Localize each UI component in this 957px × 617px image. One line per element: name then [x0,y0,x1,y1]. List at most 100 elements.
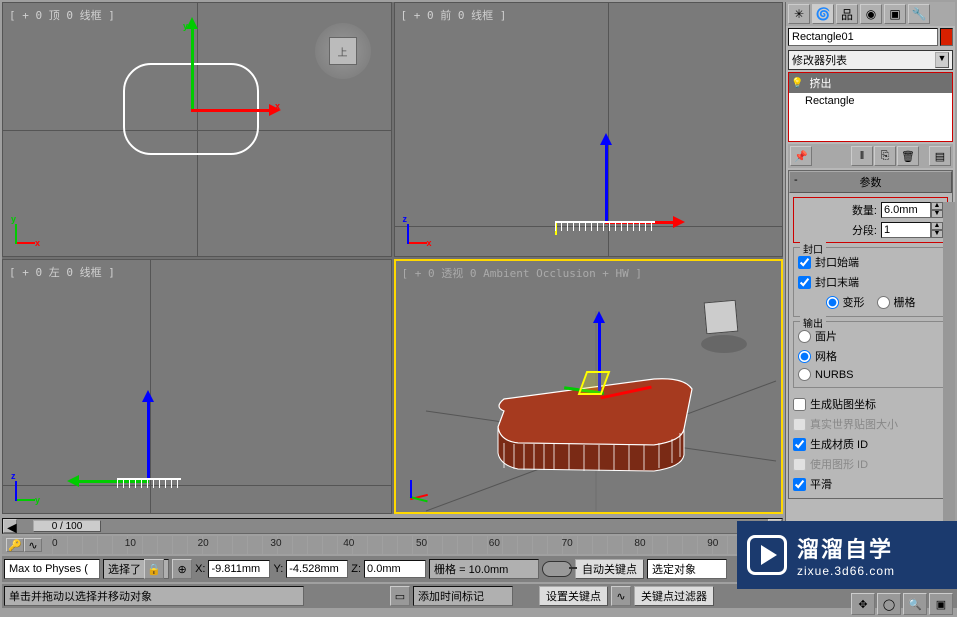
key-mode-icon[interactable] [542,561,572,577]
pan-view-button[interactable]: ✥ [851,593,875,615]
watermark-url: zixue.3d66.com [797,564,895,578]
extrude-edge [555,221,655,231]
time-tag-icon[interactable]: ▭ [390,586,410,606]
gen-mapping-checkbox[interactable] [793,398,806,411]
object-color-swatch[interactable] [940,28,953,46]
stack-toolbar: 📌 ‖ ⎘ 🗑 ▤ [788,144,953,168]
configure-sets-button[interactable]: ▤ [929,146,951,166]
amount-spin-up[interactable]: ▲ [931,202,943,210]
lock-selection-button[interactable]: 🔒 [144,559,164,579]
key-filters-icon[interactable]: ∿ [611,586,631,606]
command-panel: ✳ 🌀 品 ◉ ▣ 🔧 修改器列表▼ 挤出 Rectangle 📌 ‖ ⎘ 🗑 … [785,2,955,549]
corner-axis-indicator [402,466,442,506]
track-key-toggle[interactable]: 🔑 [6,538,24,552]
modifier-list-dropdown[interactable]: 修改器列表▼ [788,50,953,70]
corner-axis-indicator: x y [9,210,49,250]
prompt-line: 单击并拖动以选择并移动对象 [4,586,304,606]
viewcube-perspective[interactable] [705,301,751,347]
stack-item-extrude[interactable]: 挤出 [789,73,952,93]
pin-stack-button[interactable]: 📌 [790,146,812,166]
mesh-radio[interactable] [798,350,811,363]
viewport-nav-controls: ✥ ◯ 🔍 ▣ [851,593,953,615]
auto-key-button[interactable]: 自动关键点 [575,559,644,579]
z-coordinate-input[interactable] [364,560,426,578]
nurbs-radio[interactable] [798,368,811,381]
y-coordinate-input[interactable] [286,560,348,578]
gizmo-z-axis [147,400,150,480]
real-world-checkbox [793,418,806,431]
time-track[interactable]: 🔑 ∿ 010 2030 4050 6070 8090 100 [2,536,783,554]
viewport-left-label: [ + 0 左 0 线框 ] [9,264,115,280]
set-key-button[interactable]: 设置关键点 [539,586,608,606]
use-shape-id-checkbox [793,458,806,471]
key-target[interactable]: 选定对象 [647,559,727,579]
command-panel-tabs: ✳ 🌀 品 ◉ ▣ 🔧 [786,2,955,26]
maxscript-listener[interactable] [4,559,100,579]
viewport-left[interactable]: [ + 0 左 0 线框 ] y z [2,259,392,514]
extrude-edge [117,478,181,488]
corner-axis-indicator: x z [401,210,441,250]
object-name-input[interactable] [788,28,938,46]
transform-type-in-button[interactable]: ⊕ [172,559,192,579]
panel-scrollbar[interactable] [943,202,955,549]
z-label: Z: [351,563,361,575]
amount-spin-down[interactable]: ▼ [931,210,943,218]
display-tab[interactable]: ▣ [884,4,906,24]
morph-radio[interactable] [826,296,839,309]
remove-modifier-button[interactable]: 🗑 [897,146,919,166]
orbit-view-button[interactable]: ◯ [877,593,901,615]
cap-end-checkbox[interactable] [798,276,811,289]
key-filters-button[interactable]: 关键点过滤器 [634,586,714,606]
x-coordinate-input[interactable] [208,560,270,578]
max-viewport-button[interactable]: ▣ [929,593,953,615]
timeline-slider[interactable]: ◄ ► 0 / 100 [2,518,783,534]
motion-tab[interactable]: ◉ [860,4,882,24]
segments-label: 分段: [852,222,877,238]
create-tab[interactable]: ✳ [788,4,810,24]
modify-tab[interactable]: 🌀 [812,4,834,24]
time-thumb[interactable]: 0 / 100 [33,520,101,532]
watermark-overlay: 溜溜自学 zixue.3d66.com [737,521,957,589]
parameters-rollout: -参数 数量: ▲▼ 分段: ▲▼ 封口 封口始端 封口末端 变形 栅格 [788,170,953,499]
viewport-top-label: [ + 0 顶 0 线框 ] [9,7,115,23]
make-unique-button[interactable]: ⎘ [874,146,896,166]
segments-spin-down[interactable]: ▼ [931,230,943,238]
x-label: X: [195,563,205,575]
viewcube-top[interactable]: 上 [315,23,371,79]
amount-label: 数量: [852,202,877,218]
patch-radio[interactable] [798,330,811,343]
capping-group: 封口 封口始端 封口末端 变形 栅格 [793,247,948,317]
cap-start-checkbox[interactable] [798,256,811,269]
track-curve-toggle[interactable]: ∿ [24,538,42,552]
modifier-stack[interactable]: 挤出 Rectangle [788,72,953,142]
gizmo-x-axis [191,109,271,112]
scroll-left-button[interactable]: ◄ [3,519,17,533]
amount-input[interactable] [881,202,931,218]
show-end-result-button[interactable]: ‖ [851,146,873,166]
smooth-checkbox[interactable] [793,478,806,491]
tick-strip: 010 2030 4050 6070 8090 100 [52,536,780,554]
selection-count: 选择了 🔒 [103,559,169,579]
watermark-play-icon [747,535,787,575]
stack-item-rectangle[interactable]: Rectangle [789,93,952,109]
hierarchy-tab[interactable]: 品 [836,4,858,24]
zoom-view-button[interactable]: 🔍 [903,593,927,615]
gizmo-z-axis [605,143,608,223]
segments-spin-up[interactable]: ▲ [931,222,943,230]
parameters-rollout-header[interactable]: -参数 [789,171,952,193]
viewport-perspective[interactable]: [ + 0 透视 0 Ambient Occlusion + HW ] [394,259,784,514]
gen-material-id-checkbox[interactable] [793,438,806,451]
utilities-tab[interactable]: 🔧 [908,4,930,24]
grid-size: 栅格 = 10.0mm [429,559,539,579]
viewport-top[interactable]: [ + 0 顶 0 线框 ] y x 上 x y [2,2,392,257]
output-group: 输出 面片 网格 NURBS [793,321,948,388]
gizmo-y-axis [191,27,194,111]
add-time-tag[interactable]: 添加时间标记 [413,586,513,606]
segments-input[interactable] [881,222,931,238]
corner-axis-indicator: y z [9,467,49,507]
viewport-front[interactable]: [ + 0 前 0 线框 ] x z [394,2,784,257]
viewport-front-label: [ + 0 前 0 线框 ] [401,7,507,23]
watermark-title: 溜溜自学 [797,532,895,564]
grid-radio[interactable] [877,296,890,309]
y-label: Y: [273,563,283,575]
